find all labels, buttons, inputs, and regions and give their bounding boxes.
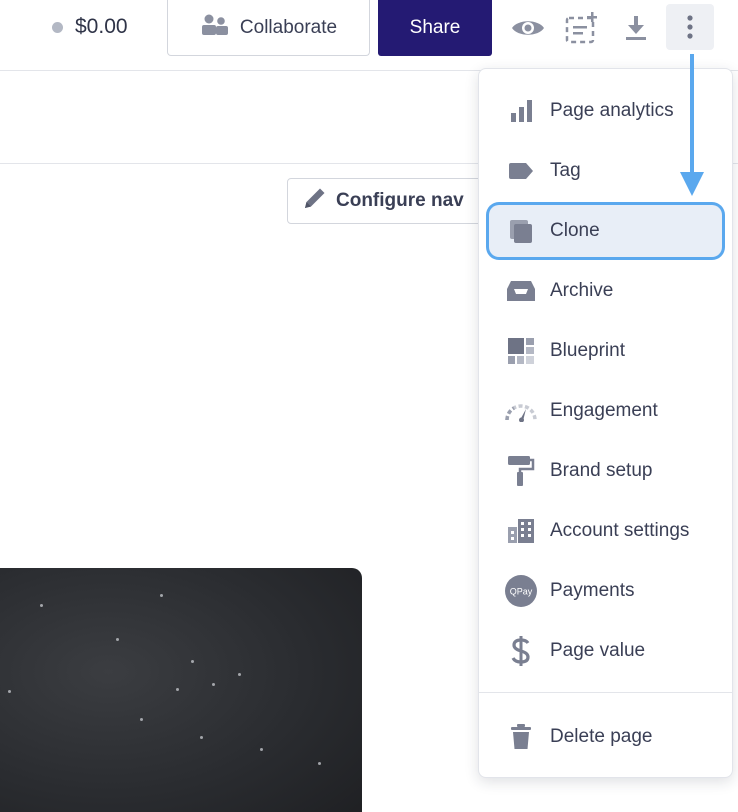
menu-item-label: Payments <box>550 580 635 601</box>
blueprint-icon <box>501 331 541 371</box>
menu-item-delete-page[interactable]: Delete page <box>489 711 722 763</box>
dollar-icon <box>501 631 541 671</box>
menu-item-clone[interactable]: Clone <box>489 205 722 257</box>
menu-item-label: Archive <box>550 280 614 301</box>
archive-icon <box>501 271 541 311</box>
qpay-icon: QPay <box>501 571 541 611</box>
menu-item-label: Tag <box>550 160 581 181</box>
menu-item-label: Blueprint <box>550 340 625 361</box>
menu-item-page-analytics[interactable]: Page analytics <box>489 85 722 137</box>
people-icon <box>200 13 230 43</box>
menu-item-account-settings[interactable]: Account settings <box>489 505 722 557</box>
configure-nav-button[interactable]: Configure nav <box>287 178 487 224</box>
top-bar: $0.00 Collaborate Share <box>0 0 738 71</box>
share-label: Share <box>409 17 461 38</box>
pencil-icon <box>302 185 328 217</box>
trash-icon <box>501 717 541 757</box>
status-dot <box>52 21 63 33</box>
page: $0.00 Collaborate Share Configure nav Pa… <box>0 0 738 812</box>
price-indicator: $0.00 <box>52 12 128 42</box>
tag-icon <box>501 151 541 191</box>
menu-item-blueprint[interactable]: Blueprint <box>489 325 722 377</box>
building-icon <box>501 511 541 551</box>
space-image <box>0 568 362 812</box>
eye-icon[interactable] <box>510 10 546 46</box>
menu-item-tag[interactable]: Tag <box>489 145 722 197</box>
price-value: $0.00 <box>75 15 128 38</box>
download-icon[interactable] <box>618 10 654 46</box>
share-button[interactable]: Share <box>378 0 492 56</box>
gauge-icon <box>501 391 541 431</box>
configure-nav-label: Configure nav <box>336 190 464 211</box>
qpay-icon-text: QPay <box>510 587 533 597</box>
more-vertical-icon[interactable] <box>666 4 714 50</box>
menu-item-label: Clone <box>550 220 600 241</box>
paint-roller-icon <box>501 451 541 491</box>
menu-item-page-value[interactable]: Page value <box>489 625 722 677</box>
menu-item-archive[interactable]: Archive <box>489 265 722 317</box>
menu-item-label: Account settings <box>550 520 690 541</box>
add-section-icon[interactable] <box>564 10 600 46</box>
bar-chart-icon <box>501 91 541 131</box>
menu-item-payments[interactable]: QPay Payments <box>489 565 722 617</box>
collaborate-button[interactable]: Collaborate <box>167 0 370 56</box>
menu-item-brand-setup[interactable]: Brand setup <box>489 445 722 497</box>
menu-item-engagement[interactable]: Engagement <box>489 385 722 437</box>
menu-item-label: Delete page <box>550 726 653 747</box>
clone-icon <box>501 211 541 251</box>
menu-item-label: Brand setup <box>550 460 653 481</box>
menu-item-label: Engagement <box>550 400 658 421</box>
page-options-menu: Page analytics Tag Clone Archive Bluepri… <box>478 68 733 778</box>
menu-item-label: Page value <box>550 640 646 661</box>
menu-divider <box>479 692 732 693</box>
menu-item-label: Page analytics <box>550 100 674 121</box>
collaborate-label: Collaborate <box>239 16 338 38</box>
